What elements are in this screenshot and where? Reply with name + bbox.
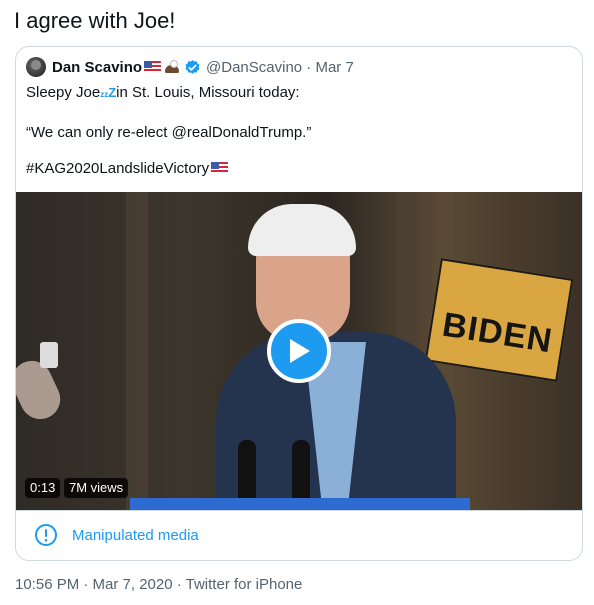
hashtag-link[interactable]: #KAG2020LandslideVictory bbox=[26, 160, 209, 177]
play-icon bbox=[290, 339, 310, 363]
quoted-tweet-line-1: Sleepy JoezzZin St. Louis, Missouri toda… bbox=[26, 84, 300, 101]
eagle-icon bbox=[164, 60, 180, 74]
manipulated-media-label[interactable]: Manipulated media bbox=[72, 527, 199, 544]
avatar[interactable] bbox=[26, 57, 46, 77]
speaker-hair bbox=[248, 204, 356, 256]
us-flag-icon bbox=[211, 162, 229, 174]
quoted-text-location: in St. Louis, Missouri today: bbox=[116, 84, 300, 101]
quoted-tweet-card[interactable]: Dan Scavino @DanScavino · Mar 7 Sleepy J… bbox=[15, 46, 583, 561]
video-views-badge: 7M views bbox=[64, 478, 129, 498]
info-circle-icon bbox=[35, 524, 57, 546]
us-flag-icon bbox=[144, 61, 162, 73]
quoted-text-sleepy: Sleepy Joe bbox=[26, 84, 101, 101]
tweet-text: I agree with Joe! bbox=[14, 8, 176, 33]
quoted-tweet-line-2: “We can only re-elect @realDonaldTrump.” bbox=[26, 124, 312, 141]
video-duration-badge: 0:13 bbox=[25, 478, 61, 498]
verified-icon bbox=[184, 59, 201, 76]
quoted-tweet-header: Dan Scavino @DanScavino · Mar 7 bbox=[26, 56, 354, 78]
quoted-tweet-hashtag-line: #KAG2020LandslideVictory bbox=[26, 160, 229, 177]
manipulated-media-notice[interactable]: Manipulated media bbox=[34, 523, 199, 547]
background-pole bbox=[126, 192, 148, 510]
play-button[interactable] bbox=[267, 319, 331, 383]
quoted-author-name[interactable]: Dan Scavino bbox=[52, 59, 142, 76]
podium bbox=[130, 498, 470, 510]
card-divider bbox=[16, 510, 582, 511]
tweet-timestamp-source[interactable]: 10:56 PM · Mar 7, 2020 · Twitter for iPh… bbox=[15, 576, 302, 593]
video-player[interactable]: BIDEN 0:13 7M views bbox=[16, 192, 582, 510]
audience-phone bbox=[40, 342, 58, 368]
quoted-author-handle-date[interactable]: @DanScavino · Mar 7 bbox=[206, 59, 354, 76]
zzz-icon: zzZ bbox=[100, 85, 117, 100]
